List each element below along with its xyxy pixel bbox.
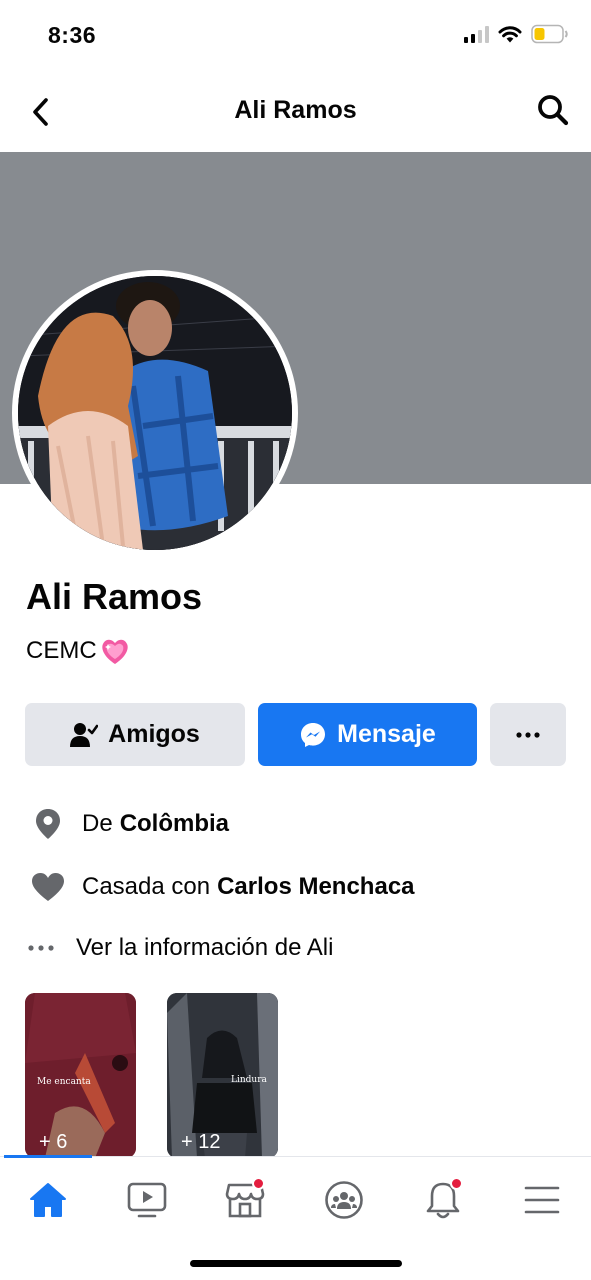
hometown-value: Colômbia [119,810,230,837]
tab-groups[interactable] [319,1175,369,1225]
home-indicator [190,1260,402,1267]
tab-marketplace[interactable] [220,1175,270,1225]
heart-icon [26,872,70,902]
notifications-badge [450,1177,463,1190]
video-icon [127,1182,167,1218]
profile-picture[interactable] [12,270,298,556]
see-about-info-link[interactable]: Ver la información de Ali [26,934,333,962]
more-icon [516,731,540,738]
page-title: Ali Ramos [234,96,357,124]
search-icon [538,95,569,126]
see-about-info-label: Ver la información de Ali [76,934,334,961]
photo-caption: Lindura [231,1075,267,1085]
nav-bar: Ali Ramos [0,72,591,152]
info-hometown: De Colômbia [26,808,229,840]
profile-photo-illustration [18,276,292,550]
friends-button[interactable]: Amigos [25,703,245,766]
home-icon [30,1183,66,1217]
battery-icon [531,24,568,44]
more-options-button[interactable] [490,703,566,766]
relationship-partner-link[interactable]: Carlos Menchaca [217,873,414,901]
profile-actions: Amigos Mensaje [25,703,566,766]
messenger-icon [301,722,326,747]
message-button-label: Mensaje [337,720,436,748]
hamburger-menu-icon [524,1186,560,1214]
tab-bar [0,1155,591,1242]
profile-bio: CEMC [26,636,131,666]
status-icons [464,24,569,44]
photo-thumbnail[interactable]: Lindura + 12 [167,993,278,1158]
tab-menu[interactable] [517,1175,567,1225]
groups-icon [325,1181,363,1219]
cellular-signal-icon [464,25,489,43]
photo-count: + 12 [181,1131,221,1153]
search-button[interactable] [533,90,573,130]
bio-text: CEMC [26,637,97,664]
photo-thumbnail[interactable]: Me encanta + 6 [25,993,136,1158]
hometown-prefix: De [82,810,113,837]
wifi-icon [498,26,522,43]
profile-photo-image [18,276,292,550]
tab-notifications[interactable] [418,1175,468,1225]
tab-home[interactable] [23,1175,73,1225]
profile-name: Ali Ramos [26,576,203,617]
active-tab-indicator [4,1155,92,1158]
tab-watch[interactable] [122,1175,172,1225]
friend-check-icon [70,722,99,747]
location-pin-icon [26,808,70,840]
relationship-prefix: Casada con [82,873,211,900]
friends-button-label: Amigos [108,720,200,748]
status-bar: 8:36 [0,0,591,72]
photo-caption: Me encanta [37,1077,91,1087]
sparkling-heart-icon [101,639,128,664]
more-dots-icon [26,945,56,951]
message-button[interactable]: Mensaje [258,703,477,766]
marketplace-badge [252,1177,265,1190]
photo-count: + 6 [39,1131,68,1153]
info-relationship: Casada con Carlos Menchaca [26,872,415,902]
status-time: 8:36 [48,22,97,48]
